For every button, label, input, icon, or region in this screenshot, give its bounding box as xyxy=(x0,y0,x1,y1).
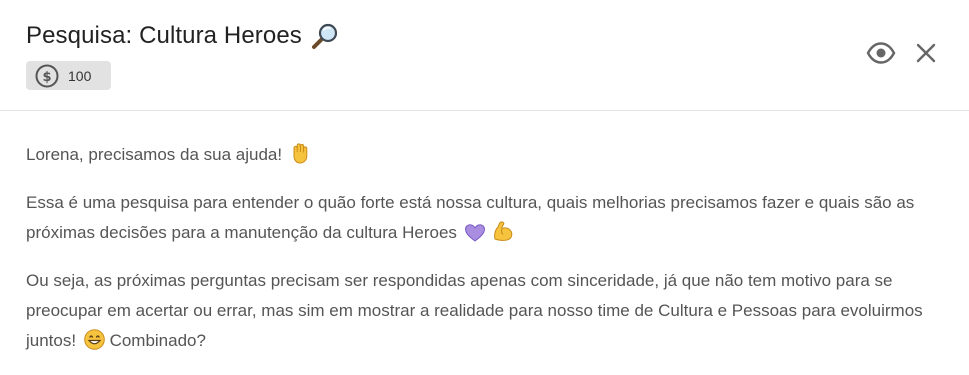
close-icon xyxy=(916,43,936,68)
closing-text: Combinado? xyxy=(109,331,206,350)
eye-icon xyxy=(866,41,896,69)
preview-button[interactable] xyxy=(864,40,898,70)
instructions-paragraph: Ou seja, as próximas perguntas precisam … xyxy=(26,266,946,360)
purple-heart-icon xyxy=(464,222,485,252)
svg-text:$: $ xyxy=(42,70,51,85)
survey-header: Pesquisa: Cultura Heroes $ 100 xyxy=(0,0,969,111)
dollar-coin-icon: $ xyxy=(35,64,59,88)
grinning-face-icon xyxy=(84,329,105,360)
magnifying-glass-icon xyxy=(311,22,339,50)
points-value: 100 xyxy=(68,67,92,84)
survey-title-text: Pesquisa: Cultura Heroes xyxy=(26,22,302,49)
intro-paragraph: Essa é uma pesquisa para entender o quão… xyxy=(26,188,946,252)
points-badge: $ 100 xyxy=(26,61,111,90)
greeting-paragraph: Lorena, precisamos da sua ajuda! xyxy=(26,140,946,174)
page-title: Pesquisa: Cultura Heroes xyxy=(26,22,339,50)
greeting-text: Lorena, precisamos da sua ajuda! xyxy=(26,145,283,164)
survey-panel: Pesquisa: Cultura Heroes $ 100 Lorena, p… xyxy=(0,0,969,375)
close-button[interactable] xyxy=(912,40,940,70)
flexed-biceps-icon xyxy=(492,220,514,252)
raised-hand-icon xyxy=(290,142,310,174)
survey-description: Lorena, precisamos da sua ajuda! Essa é … xyxy=(26,140,946,374)
